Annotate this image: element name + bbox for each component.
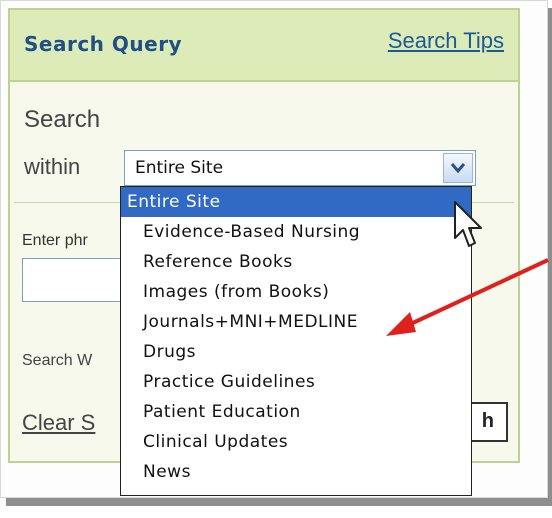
red-arrow-icon: [386, 258, 549, 336]
search-within-option-label: Search W: [22, 352, 93, 369]
clear-search-link[interactable]: Clear S: [22, 410, 95, 436]
dropdown-option[interactable]: Practice Guidelines: [121, 367, 471, 397]
dropdown-option[interactable]: News: [121, 457, 471, 487]
dropdown-option[interactable]: Patient Education: [121, 397, 471, 427]
search-within-label-line1: Search: [24, 106, 101, 133]
dropdown-option[interactable]: Entire Site: [121, 187, 471, 217]
search-scope-select[interactable]: Entire Site: [124, 150, 476, 186]
enter-phrase-label: Enter phr: [22, 232, 88, 249]
search-tips-link[interactable]: Search Tips: [388, 28, 504, 54]
panel-header: Search Query Search Tips: [10, 10, 518, 82]
dropdown-option[interactable]: Drugs: [121, 337, 471, 367]
dropdown-option[interactable]: Clinical Updates: [121, 427, 471, 457]
dropdown-button[interactable]: [443, 153, 473, 183]
search-scope-dropdown-list: Entire Site Evidence-Based Nursing Refer…: [120, 186, 472, 496]
search-within-label-line2: within: [24, 154, 81, 179]
mouse-pointer-icon: [454, 201, 482, 247]
panel-title: Search Query: [24, 32, 183, 56]
dropdown-option[interactable]: Evidence-Based Nursing: [121, 217, 471, 247]
chevron-down-icon: [451, 163, 465, 174]
search-scope-value: Entire Site: [135, 158, 224, 178]
